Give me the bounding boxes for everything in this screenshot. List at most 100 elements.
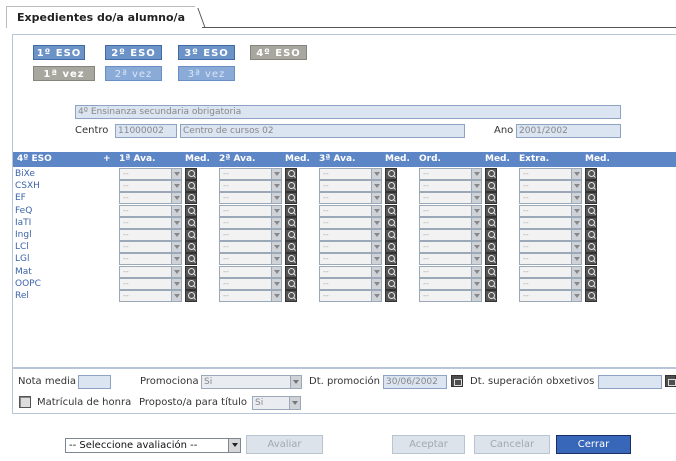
grade-select[interactable]: -- xyxy=(119,265,182,278)
search-icon[interactable] xyxy=(485,229,497,241)
grade-select[interactable]: -- xyxy=(419,290,482,302)
search-icon[interactable] xyxy=(285,204,297,217)
year-button-3[interactable]: 3º ESO xyxy=(178,45,235,60)
grade-select[interactable]: -- xyxy=(119,241,182,254)
search-icon[interactable] xyxy=(485,253,497,266)
search-icon[interactable] xyxy=(485,241,497,254)
search-icon[interactable] xyxy=(385,192,397,205)
search-icon[interactable] xyxy=(485,216,497,229)
grade-select[interactable]: -- xyxy=(219,168,282,180)
search-icon[interactable] xyxy=(585,168,597,180)
grade-select[interactable]: -- xyxy=(519,253,582,266)
search-icon[interactable] xyxy=(485,277,497,290)
cancelar-button[interactable]: Cancelar xyxy=(474,435,550,454)
matricula-honra-checkbox[interactable] xyxy=(19,396,31,408)
attempt-button-2[interactable]: 2ª vez xyxy=(105,66,162,81)
search-icon[interactable] xyxy=(285,229,297,241)
search-icon[interactable] xyxy=(385,180,397,193)
grade-select[interactable]: -- xyxy=(419,265,482,278)
search-icon[interactable] xyxy=(185,216,197,229)
search-icon[interactable] xyxy=(585,265,597,278)
search-icon[interactable] xyxy=(185,204,197,217)
avaliar-button[interactable]: Avaliar xyxy=(246,435,323,454)
grade-select[interactable]: -- xyxy=(319,241,382,254)
grade-select[interactable]: -- xyxy=(519,192,582,205)
grade-select[interactable]: -- xyxy=(319,253,382,266)
grade-select[interactable]: -- xyxy=(419,229,482,241)
grade-select[interactable]: -- xyxy=(419,253,482,266)
grade-select[interactable]: -- xyxy=(319,192,382,205)
ano-field[interactable]: 2001/2002 xyxy=(516,124,621,138)
aceptar-button[interactable]: Aceptar xyxy=(392,435,465,454)
search-icon[interactable] xyxy=(585,241,597,254)
grade-select[interactable]: -- xyxy=(319,168,382,180)
grade-select[interactable]: -- xyxy=(119,180,182,193)
search-icon[interactable] xyxy=(485,192,497,205)
grade-select[interactable]: -- xyxy=(319,277,382,290)
grade-select[interactable]: -- xyxy=(219,180,282,193)
proposto-select[interactable]: Si xyxy=(252,396,301,410)
grade-select[interactable]: -- xyxy=(219,265,282,278)
search-icon[interactable] xyxy=(385,265,397,278)
grade-select[interactable]: -- xyxy=(519,265,582,278)
search-icon[interactable] xyxy=(285,216,297,229)
dt-promocion-field[interactable]: 30/06/2002 xyxy=(383,375,447,389)
search-icon[interactable] xyxy=(585,229,597,241)
grade-select[interactable]: -- xyxy=(219,229,282,241)
grade-select[interactable]: -- xyxy=(419,168,482,180)
grade-select[interactable]: -- xyxy=(119,168,182,180)
course-name-field[interactable]: 4º Ensinanza secundaria obrigatoria xyxy=(75,105,621,119)
search-icon[interactable] xyxy=(485,168,497,180)
grade-select[interactable]: -- xyxy=(219,277,282,290)
grade-select[interactable]: -- xyxy=(319,216,382,229)
evaluation-select[interactable]: -- Seleccione avaliación -- xyxy=(65,438,241,453)
dt-superacion-field[interactable] xyxy=(598,375,662,389)
search-icon[interactable] xyxy=(485,290,497,302)
calendar-icon[interactable] xyxy=(451,375,463,387)
grade-select[interactable]: -- xyxy=(519,216,582,229)
grade-select[interactable]: -- xyxy=(119,290,182,302)
grade-select[interactable]: -- xyxy=(319,180,382,193)
cerrar-button[interactable]: Cerrar xyxy=(556,435,631,454)
grade-select[interactable]: -- xyxy=(119,253,182,266)
search-icon[interactable] xyxy=(185,241,197,254)
grade-select[interactable]: -- xyxy=(319,229,382,241)
year-button-4-selected[interactable]: 4º ESO xyxy=(250,45,307,60)
centro-code-field[interactable]: 11000002 xyxy=(115,124,177,138)
grade-select[interactable]: -- xyxy=(219,241,282,254)
year-button-2[interactable]: 2º ESO xyxy=(105,45,162,60)
search-icon[interactable] xyxy=(185,180,197,193)
search-icon[interactable] xyxy=(185,277,197,290)
search-icon[interactable] xyxy=(485,204,497,217)
search-icon[interactable] xyxy=(385,241,397,254)
grade-select[interactable]: -- xyxy=(219,192,282,205)
grade-select[interactable]: -- xyxy=(119,204,182,217)
search-icon[interactable] xyxy=(285,168,297,180)
calendar-icon[interactable] xyxy=(665,375,676,387)
search-icon[interactable] xyxy=(585,253,597,266)
promociona-select[interactable]: Si xyxy=(201,375,302,389)
grade-select[interactable]: -- xyxy=(419,216,482,229)
centro-name-field[interactable]: Centro de cursos 02 xyxy=(180,124,465,138)
attempt-button-3[interactable]: 3ª vez xyxy=(178,66,235,81)
search-icon[interactable] xyxy=(385,290,397,302)
tab-expedientes[interactable]: Expedientes do/a alumno/a xyxy=(6,6,195,28)
grade-select[interactable]: -- xyxy=(519,168,582,180)
search-icon[interactable] xyxy=(185,229,197,241)
grade-select[interactable]: -- xyxy=(319,265,382,278)
search-icon[interactable] xyxy=(585,192,597,205)
grade-select[interactable]: -- xyxy=(319,290,382,302)
nota-media-field[interactable] xyxy=(78,375,111,389)
search-icon[interactable] xyxy=(285,180,297,193)
grade-select[interactable]: -- xyxy=(519,290,582,302)
search-icon[interactable] xyxy=(585,204,597,217)
grade-select[interactable]: -- xyxy=(219,216,282,229)
search-icon[interactable] xyxy=(385,277,397,290)
search-icon[interactable] xyxy=(285,253,297,266)
grade-select[interactable]: -- xyxy=(219,290,282,302)
grade-select[interactable]: -- xyxy=(419,180,482,193)
grade-select[interactable]: -- xyxy=(419,241,482,254)
search-icon[interactable] xyxy=(485,265,497,278)
attempt-button-1-selected[interactable]: 1ª vez xyxy=(33,66,95,81)
grade-select[interactable]: -- xyxy=(219,253,282,266)
